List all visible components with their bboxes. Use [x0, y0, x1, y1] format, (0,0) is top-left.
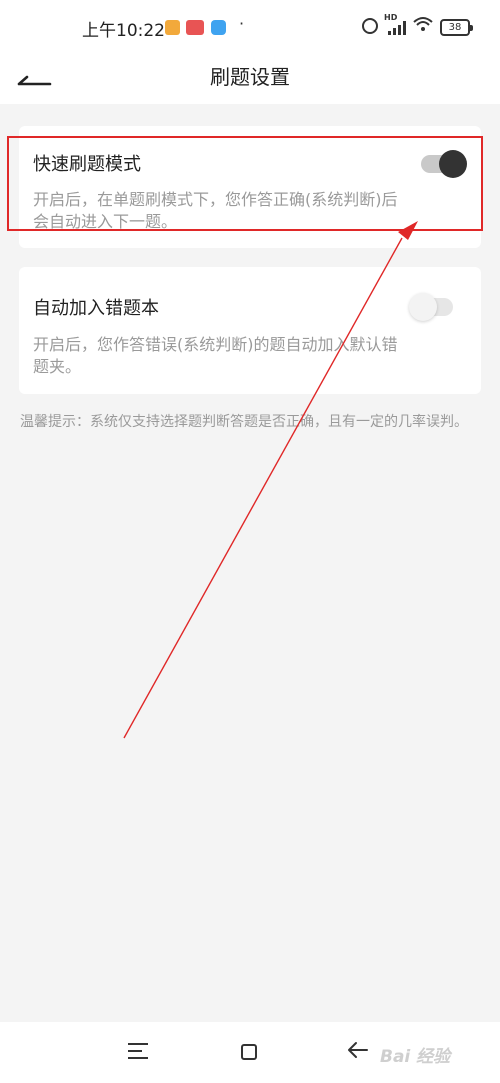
wifi-icon	[413, 16, 433, 36]
home-icon[interactable]	[241, 1044, 257, 1060]
navigation-bar: Bai 经验	[0, 1022, 500, 1083]
setting-title: 自动加入错题本	[33, 298, 159, 319]
auto-wrongbook-toggle[interactable]	[409, 293, 453, 321]
alarm-icon	[362, 18, 378, 34]
page-title: 刷题设置	[210, 65, 290, 89]
status-time: 上午10:22	[82, 21, 165, 41]
toggle-knob	[409, 293, 437, 321]
status-dot: ·	[239, 14, 245, 33]
game-notification-icon	[211, 20, 226, 35]
battery-icon: 38	[440, 19, 473, 36]
watermark: Bai 经验	[380, 1047, 451, 1067]
status-bar: 上午10:22 · HD 38	[0, 0, 500, 52]
back-icon[interactable]	[346, 1039, 368, 1066]
signal-icon	[388, 21, 406, 35]
app-header: 刷题设置	[0, 52, 500, 104]
setting-description: 开启后，您作答错误(系统判断)的题自动加入默认错题夹。	[33, 335, 398, 376]
highlight-box	[7, 136, 483, 231]
app-notification-icon	[186, 20, 204, 35]
menu-icon[interactable]	[128, 1043, 148, 1059]
setting-card-auto-wrongbook: 自动加入错题本 开启后，您作答错误(系统判断)的题自动加入默认错题夹。	[19, 267, 481, 394]
chat-notification-icon	[165, 20, 180, 35]
tip-text: 温馨提示：系统仅支持选择题判断答题是否正确，且有一定的几率误判。	[20, 414, 468, 430]
